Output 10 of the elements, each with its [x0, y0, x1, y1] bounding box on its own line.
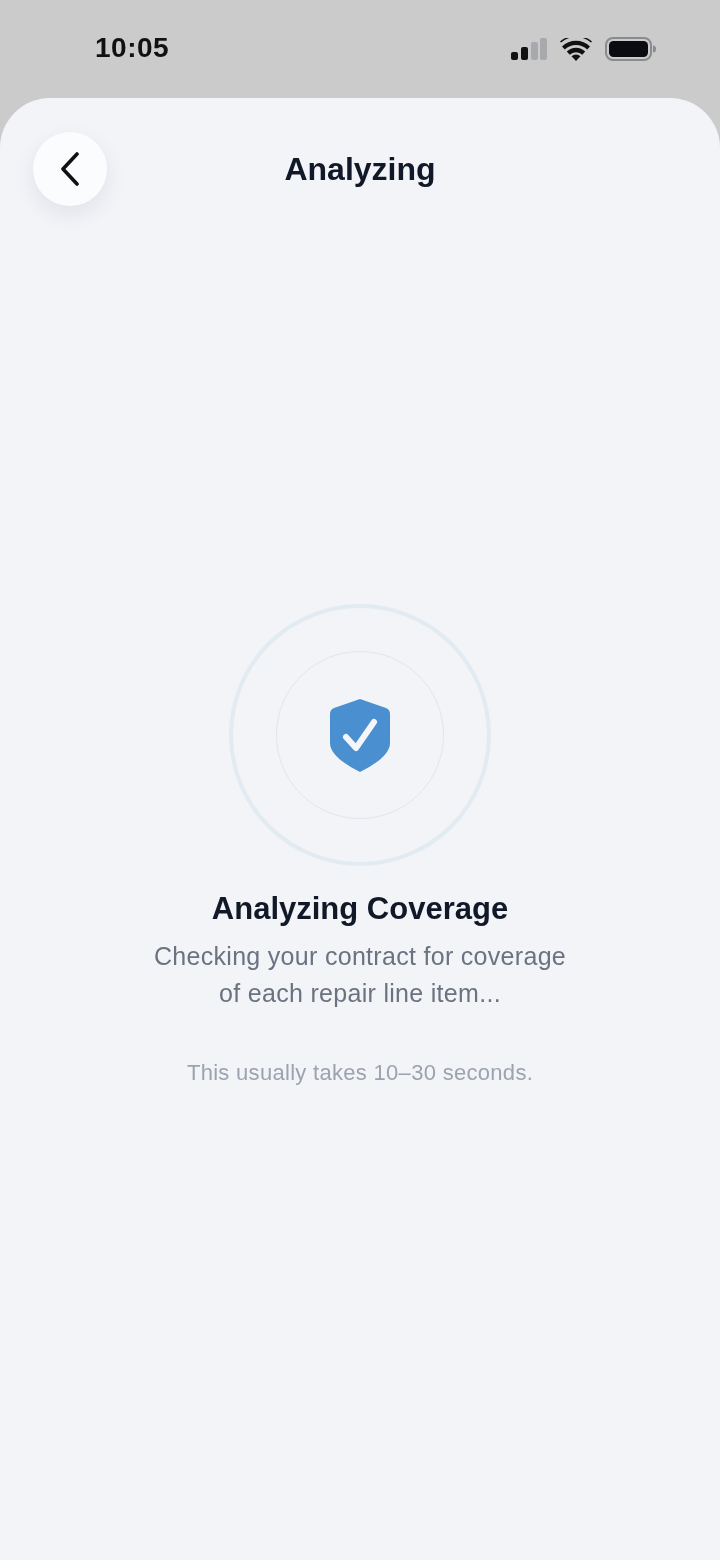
- shield-check-icon: [330, 698, 390, 772]
- battery-icon: [605, 37, 656, 61]
- status-heading: Analyzing Coverage: [211, 891, 509, 927]
- clock-time: 10:05: [95, 32, 170, 64]
- signal-icon: [511, 38, 547, 60]
- duration-hint: This usually takes 10–30 seconds.: [186, 1059, 534, 1087]
- status-description: Checking your contract for coverage of each repair line item...: [152, 941, 568, 1009]
- chevron-left-icon: [60, 152, 80, 186]
- screen-title: Analyzing: [284, 150, 436, 189]
- wifi-icon: [560, 37, 592, 61]
